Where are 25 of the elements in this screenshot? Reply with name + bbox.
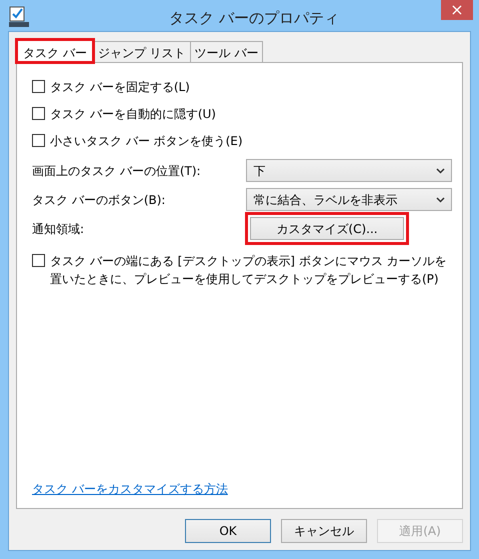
checkbox[interactable] xyxy=(32,134,45,147)
checkbox[interactable] xyxy=(32,80,45,93)
dropdown[interactable]: 下 xyxy=(246,159,452,182)
checkbox[interactable] xyxy=(32,107,45,120)
checkbox-label[interactable]: タスク バーを固定する(L) xyxy=(50,78,190,96)
dialog-button[interactable]: OK xyxy=(185,519,271,543)
tab[interactable]: ツール バー xyxy=(190,41,264,62)
checkbox[interactable] xyxy=(32,254,45,267)
customize-button[interactable]: カスタマイズ(C)... xyxy=(250,217,404,240)
help-link[interactable]: タスク バーをカスタマイズする方法 xyxy=(32,482,228,496)
checkbox-label[interactable]: 小さいタスク バー ボタンを使う(E) xyxy=(50,132,243,150)
close-button[interactable]: × xyxy=(441,0,473,20)
window-title: タスク バーのプロパティ xyxy=(169,9,339,27)
dropdown[interactable]: 常に結合、ラベルを非表示 xyxy=(246,188,452,211)
chevron-icon xyxy=(436,168,445,174)
field-label: タスク バーのボタン(B): xyxy=(32,192,166,208)
dialog-button[interactable]: キャンセル xyxy=(281,519,367,543)
tab[interactable]: タスク バー xyxy=(16,39,94,63)
checkbox-label[interactable]: タスク バーの端にある [デスクトップの表示] ボタンにマウス カーソルを置いたときに、プレビューを使用してデスクトップをプレビューする(P) xyxy=(50,252,452,288)
app-icon xyxy=(9,6,29,28)
field-label: 通知領域: xyxy=(32,220,86,238)
checkbox-label[interactable]: タスク バーを自動的に隠す(U) xyxy=(50,105,216,123)
chevron-icon xyxy=(436,196,445,202)
tab[interactable]: ジャンプ リスト xyxy=(92,41,191,62)
field-label: 画面上のタスク バーの位置(T): xyxy=(32,162,202,180)
